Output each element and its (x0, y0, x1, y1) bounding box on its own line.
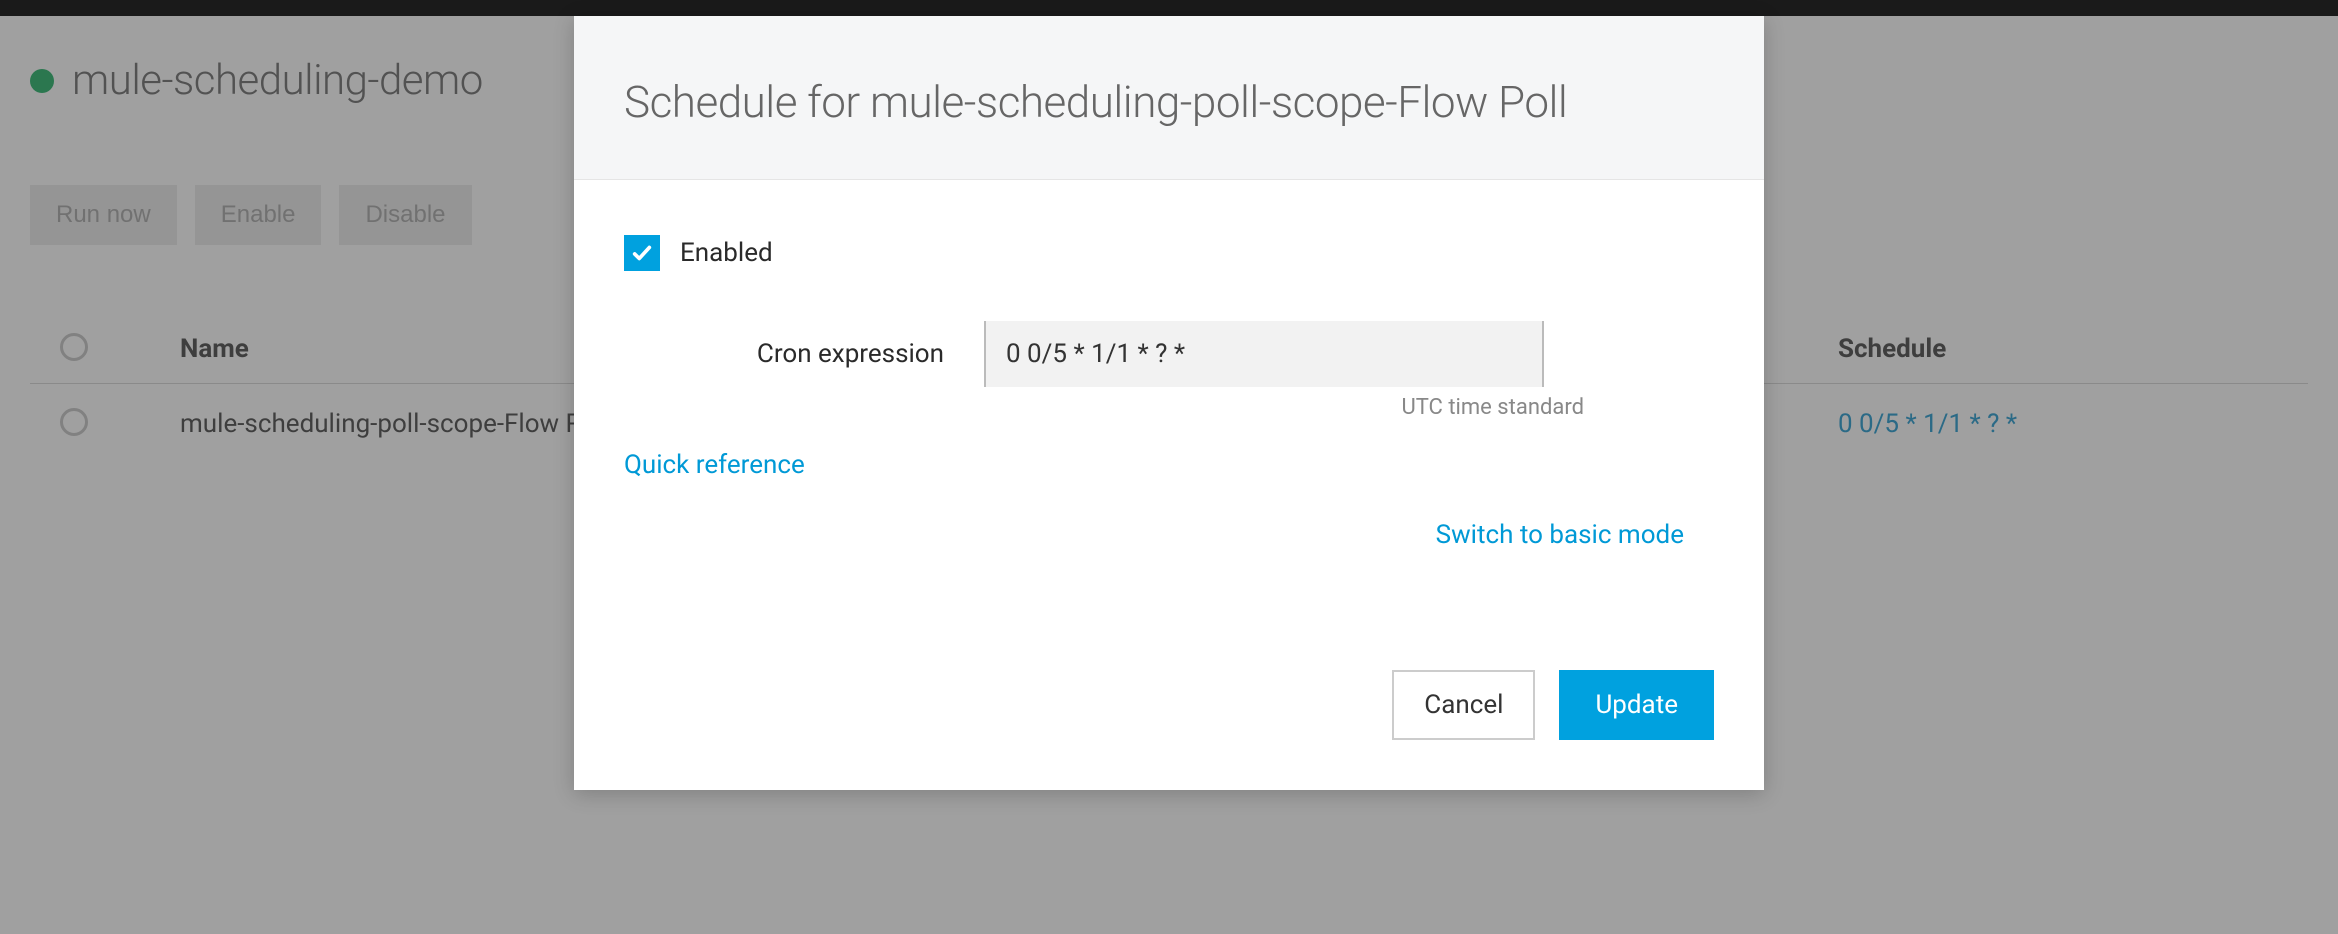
modal-title: Schedule for mule-scheduling-poll-scope-… (624, 76, 1714, 129)
schedule-modal: Schedule for mule-scheduling-poll-scope-… (574, 16, 1764, 790)
enabled-label: Enabled (680, 238, 773, 268)
modal-body: Enabled Cron expression UTC time standar… (574, 180, 1764, 670)
cron-hint: UTC time standard (624, 395, 1584, 420)
top-bar (0, 0, 2338, 16)
switch-basic-link[interactable]: Switch to basic mode (1436, 520, 1684, 550)
cron-input[interactable] (984, 321, 1544, 387)
switch-mode-row: Switch to basic mode (624, 520, 1714, 550)
cron-row: Cron expression (624, 321, 1714, 387)
enabled-row: Enabled (624, 235, 1714, 271)
cancel-button[interactable]: Cancel (1392, 670, 1535, 740)
enabled-checkbox[interactable] (624, 235, 660, 271)
modal-overlay[interactable]: Schedule for mule-scheduling-poll-scope-… (0, 16, 2338, 934)
check-icon (631, 242, 653, 264)
update-button[interactable]: Update (1559, 670, 1714, 740)
modal-header: Schedule for mule-scheduling-poll-scope-… (574, 16, 1764, 180)
cron-label: Cron expression (724, 339, 944, 369)
quick-reference-link[interactable]: Quick reference (624, 450, 805, 480)
modal-footer: Cancel Update (574, 670, 1764, 790)
